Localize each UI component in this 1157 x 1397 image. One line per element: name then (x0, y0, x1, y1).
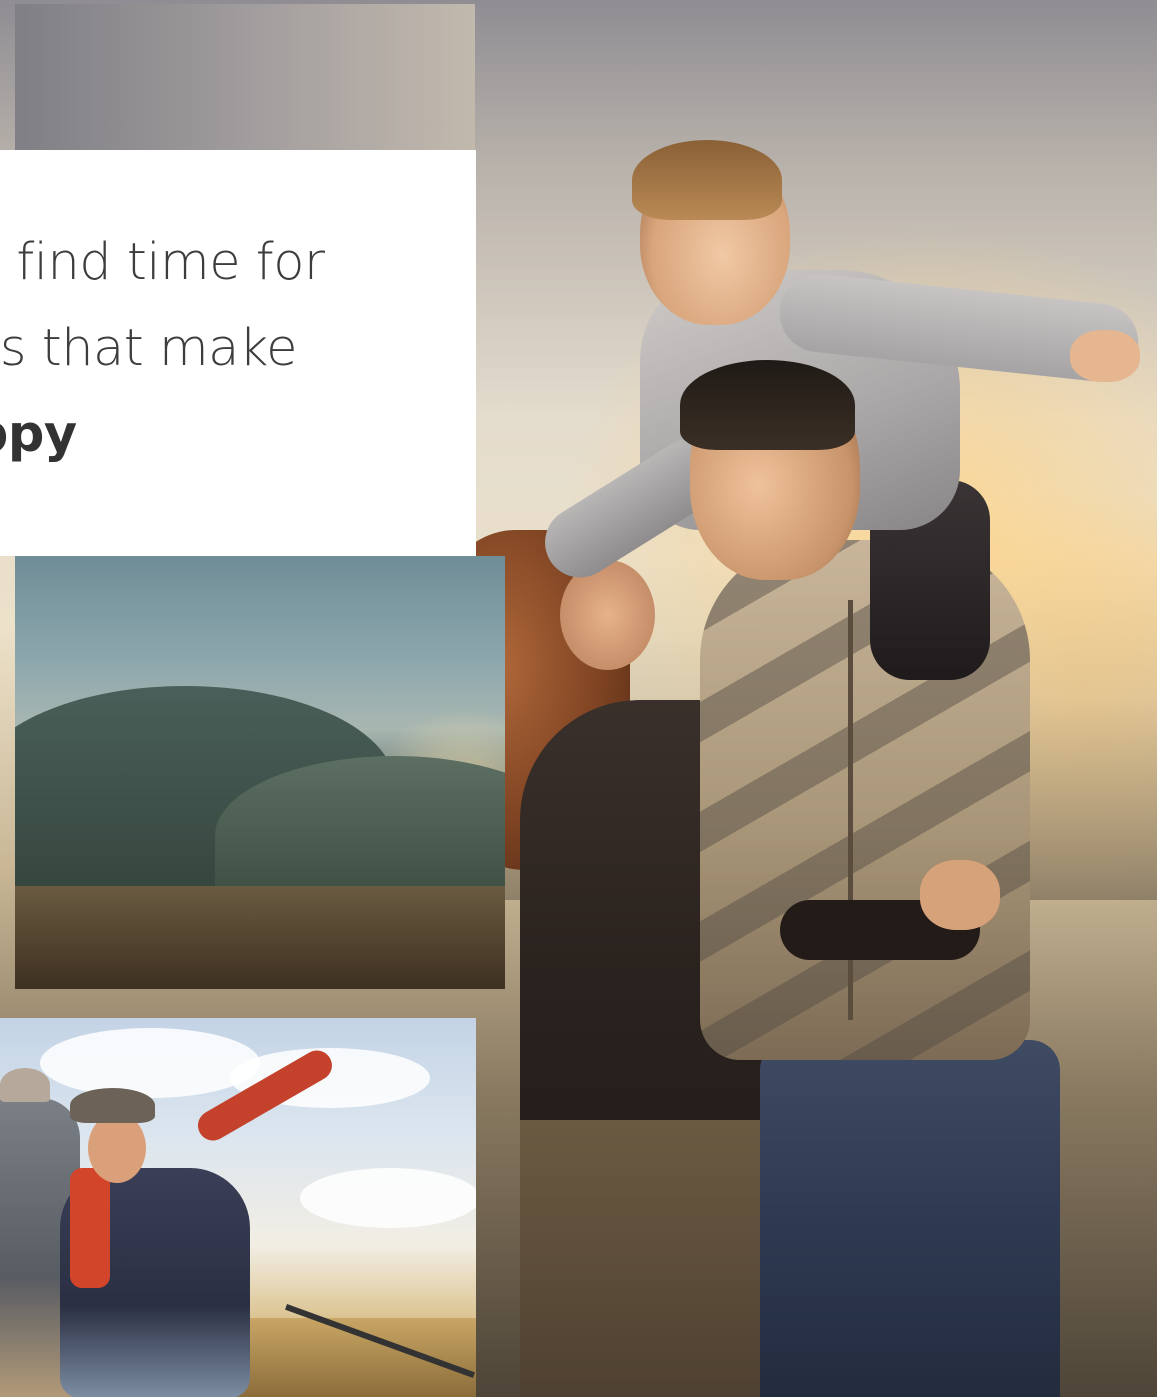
quote-line3-bold: appy (0, 405, 77, 464)
quote-line1-rest: find time for (0, 233, 325, 292)
man-figure-hair (680, 360, 855, 450)
hiker-man-hat (0, 1068, 50, 1102)
sky-photo-strip (15, 4, 475, 151)
woman-figure-legs (520, 1120, 760, 1397)
quote-line2: ngs that make (0, 319, 298, 378)
quote-text: ys find time forngs that makeappy (0, 220, 476, 478)
cloud-shape (40, 1028, 260, 1098)
child-figure-hand (1070, 330, 1140, 382)
hiker-jacket-trim (70, 1168, 110, 1288)
woman-figure-hand (920, 860, 1000, 930)
field-foreground (15, 886, 505, 989)
mountain-landscape-photo (15, 556, 505, 989)
hiker-woman-hat (70, 1088, 155, 1123)
hiker-woman-head (88, 1113, 146, 1183)
quote-card: ys find time forngs that makeappy (0, 150, 476, 556)
cloud-shape (300, 1168, 476, 1228)
child-figure-hair (632, 140, 782, 220)
man-figure-legs (760, 1040, 1060, 1397)
senior-hikers-photo (0, 1018, 476, 1397)
